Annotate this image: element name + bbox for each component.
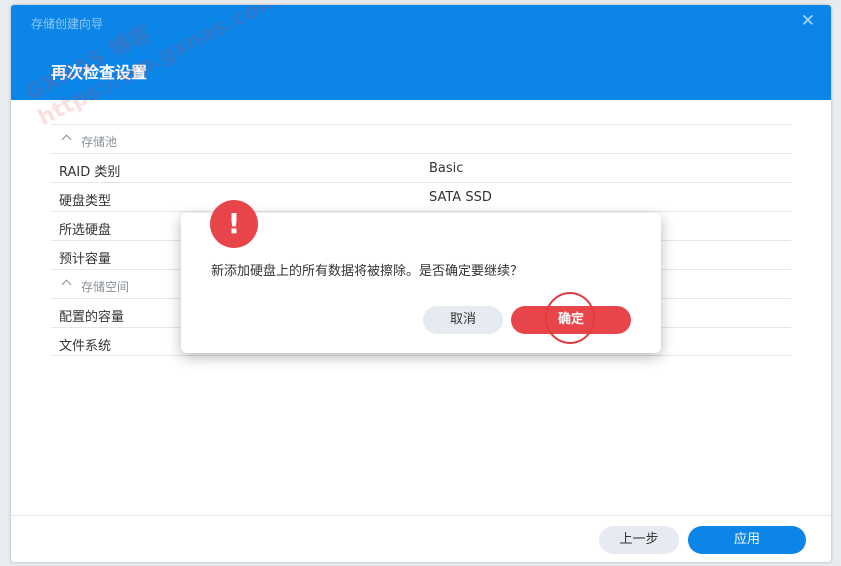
- cancel-button[interactable]: 取消: [423, 306, 503, 334]
- alert-icon: !: [210, 200, 258, 248]
- confirm-button[interactable]: 确定: [511, 306, 631, 334]
- dialog-message: 新添加硬盘上的所有数据将被擦除。是否确定要继续？: [211, 264, 524, 279]
- confirm-dialog: ! 新添加硬盘上的所有数据将被擦除。是否确定要继续？ 取消 确定: [181, 200, 661, 353]
- modal-overlay: ! 新添加硬盘上的所有数据将被擦除。是否确定要继续？ 取消 确定: [0, 0, 841, 566]
